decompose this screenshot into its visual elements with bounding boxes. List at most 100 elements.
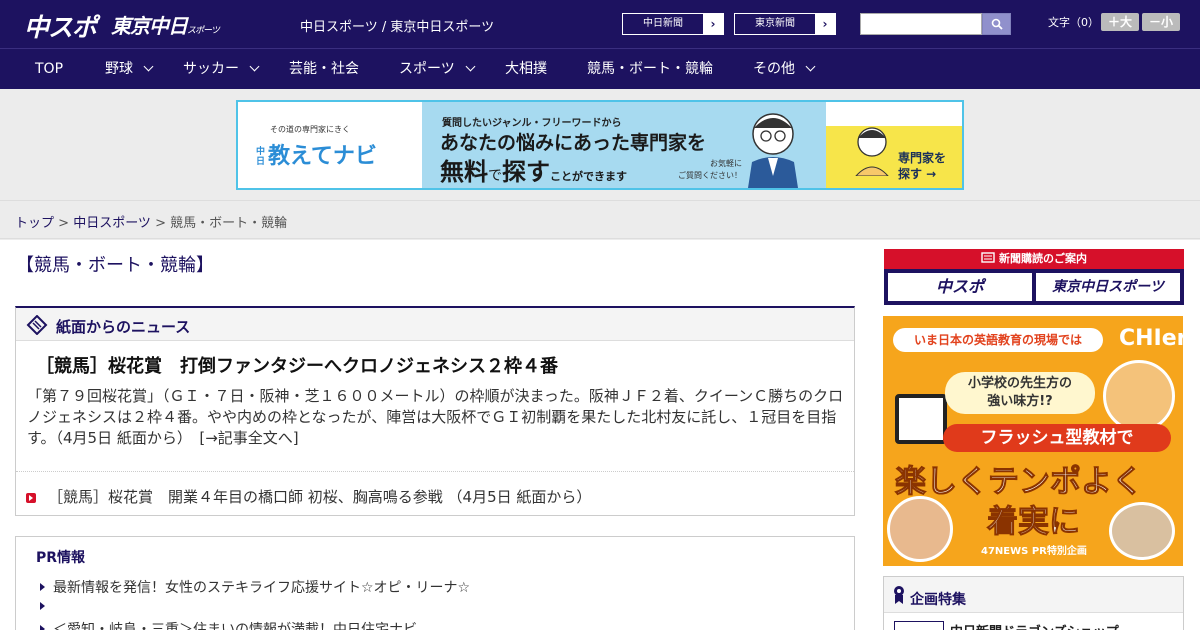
pr-list-item[interactable] xyxy=(40,599,53,615)
banner-can: ことができます xyxy=(550,170,627,183)
chevron-down-icon xyxy=(249,61,260,72)
banner-line-2: あなたの悩みにあった専門家を xyxy=(440,132,707,154)
ad-question: 小学校の先生方の 強い味方!? xyxy=(945,372,1095,414)
subscription-box: 新聞購読のご案内 中スポ 東京中日スポーツ xyxy=(884,249,1184,305)
site-title: 中日スポーツ / 東京中日スポーツ xyxy=(300,20,495,35)
pr-list-item[interactable]: 最新情報を発信！女性のステキライフ応援サイト☆オピ・リーナ☆ xyxy=(40,577,470,597)
feature-title: 企画特集 xyxy=(910,592,966,608)
lead-article-title[interactable]: ［競馬］桜花賞 打倒ファンタジーへクロノジェネシス２枠４番 xyxy=(36,352,558,378)
chusupo-logo[interactable]: 中スポ xyxy=(24,8,97,44)
ad-brand: CHIeru xyxy=(1119,326,1183,351)
lead-article-body[interactable]: 「第７９回桜花賞」（ＧＩ・７日・阪神・芝１６００メートル）の枠順が決まった。阪神… xyxy=(27,386,847,449)
child-photo xyxy=(1103,360,1175,432)
ribbon-award-icon xyxy=(894,586,904,604)
triangle-bullet-icon xyxy=(40,625,45,630)
nav-label: 競馬・ボート・競輪 xyxy=(587,61,713,77)
nav-item-racing[interactable]: 競馬・ボート・競輪 xyxy=(587,49,713,89)
nav-label: サッカー xyxy=(183,61,239,77)
triangle-bullet-icon xyxy=(40,583,45,591)
font-larger-button[interactable]: ＋大 xyxy=(1101,13,1139,31)
chevron-down-icon xyxy=(805,61,816,72)
font-size-label: 文字（0） xyxy=(1048,16,1099,29)
header-bar: 中スポ 東京中日スポーツ 中日スポーツ / 東京中日スポーツ 中日新聞 › 東京… xyxy=(0,0,1200,48)
banner-cta-text[interactable]: 専門家を 探す → xyxy=(898,150,946,182)
banner-logo-area: その道の専門家にきく 中日 教えてナビ xyxy=(238,102,422,188)
chunichi-shimbun-label: 中日新聞 xyxy=(643,18,683,29)
pr-list-item[interactable]: ＜愛知・岐阜・三重＞住まいの情報が満載！中日住宅ナビ xyxy=(40,619,417,630)
newspaper-icon xyxy=(981,252,995,263)
pr-item-text: 最新情報を発信！女性のステキライフ応援サイト☆オピ・リーナ☆ xyxy=(53,580,471,596)
nav-item-top[interactable]: TOP xyxy=(35,49,63,89)
breadcrumb-trail: トップ > 中日スポーツ > 競馬・ボート・競輪 xyxy=(15,212,287,231)
breadcrumb-section-link[interactable]: 中日スポーツ xyxy=(73,216,151,231)
expert-illustration-icon xyxy=(748,113,798,188)
ad-pill: いま日本の英語教育の現場では xyxy=(893,328,1103,352)
banner-note: お気軽に ご質問ください！ xyxy=(678,159,742,180)
feature-box: 企画特集 中日新聞ドラゴンズショップ xyxy=(883,576,1184,630)
tokyo-chunichi-logo[interactable]: 東京中日スポーツ xyxy=(111,10,220,39)
chevron-right-icon: › xyxy=(815,14,835,34)
font-smaller-button[interactable]: －小 xyxy=(1142,13,1180,31)
nav-item-soccer[interactable]: サッカー xyxy=(183,49,260,89)
child-photo xyxy=(887,496,953,562)
nav-item-other[interactable]: その他 xyxy=(753,49,816,89)
pr-title: PR情報 xyxy=(36,550,86,566)
main-nav: TOP 野球 サッカー 芸能・社会 スポーツ 大相撲 競馬・ボート・競輪 その他 xyxy=(0,48,1200,89)
subscription-title: 新聞購読のご案内 xyxy=(999,252,1087,265)
chieru-side-ad[interactable]: いま日本の英語教育の現場では CHIeru 小学校の先生方の 強い味方!? フラ… xyxy=(883,316,1183,566)
nav-label: 大相撲 xyxy=(505,61,547,77)
news-item-text: ［競馬］桜花賞 開業４年目の橋口師 初桜、胸高鳴る参戦 （4月5日 紙面から） xyxy=(48,488,592,506)
banner-line-3: 無料で探すことができます xyxy=(440,152,627,187)
chevron-down-icon xyxy=(465,61,476,72)
news-box-header: 紙面からのニュース xyxy=(16,308,854,341)
chunichi-shimbun-button[interactable]: 中日新聞 › xyxy=(622,13,724,35)
breadcrumb-separator: > xyxy=(54,216,74,231)
subscribe-chusupo-button[interactable]: 中スポ xyxy=(888,273,1032,301)
tokyo-logo-small: スポーツ xyxy=(187,26,220,36)
news-box: 紙面からのニュース ［競馬］桜花賞 打倒ファンタジーへクロノジェネシス２枠４番 … xyxy=(15,306,855,516)
nav-label: スポーツ xyxy=(399,61,455,77)
breadcrumb-separator: > xyxy=(150,216,171,231)
banner-de: で xyxy=(488,168,502,184)
play-bullet-icon xyxy=(26,493,36,503)
nav-item-baseball[interactable]: 野球 xyxy=(105,49,154,89)
banner-search: 探す xyxy=(502,158,550,186)
search-input[interactable] xyxy=(860,13,982,35)
feature-thumbnail[interactable] xyxy=(894,621,944,630)
tokyo-shimbun-label: 東京新聞 xyxy=(755,18,795,29)
nav-label: 芸能・社会 xyxy=(289,61,359,77)
feature-header: 企画特集 xyxy=(884,577,1183,613)
banner-copy-area: 質問したいジャンル・フリーワードから あなたの悩みにあった専門家を 無料で探すこ… xyxy=(422,102,826,188)
banner-subtitle: その道の専門家にきく xyxy=(270,125,350,134)
breadcrumb: トップ > 中日スポーツ > 競馬・ボート・競輪 xyxy=(0,200,1200,239)
ad-headline-2: 着実に xyxy=(987,504,1081,541)
triangle-bullet-icon xyxy=(40,602,45,610)
search-button[interactable] xyxy=(982,13,1011,35)
news-list-item[interactable]: ［競馬］桜花賞 開業４年目の橋口師 初桜、胸高鳴る参戦 （4月5日 紙面から） xyxy=(26,486,591,507)
tokyo-logo-text: 東京中日 xyxy=(111,14,188,38)
chevron-right-icon: › xyxy=(703,14,723,34)
person-thinking-icon xyxy=(855,127,889,176)
child-photo xyxy=(1109,502,1175,560)
page-title: 【競馬・ボート・競輪】 xyxy=(16,255,214,276)
breadcrumb-top-link[interactable]: トップ xyxy=(15,216,54,231)
ad-headline-1: 楽しくテンポよく xyxy=(895,464,1144,501)
banner-brand-text: 教えてナビ xyxy=(268,144,377,169)
breadcrumb-current: 競馬・ボート・競輪 xyxy=(170,216,288,231)
tablet-icon xyxy=(895,394,947,444)
newspaper-icon xyxy=(26,315,48,335)
feature-item-text[interactable]: 中日新聞ドラゴンズショップ xyxy=(950,621,1119,630)
nav-label: 野球 xyxy=(105,61,133,77)
banner-brand-prefix: 中日 xyxy=(256,147,266,167)
subscribe-tokyo-button[interactable]: 東京中日スポーツ xyxy=(1036,273,1180,301)
nav-item-sumo[interactable]: 大相撲 xyxy=(505,49,547,89)
banner-brand: 中日 教えてナビ xyxy=(256,138,377,170)
search-icon xyxy=(991,18,1003,30)
oshiete-navi-banner[interactable]: その道の専門家にきく 中日 教えてナビ 質問したいジャンル・フリーワードから あな… xyxy=(236,100,964,190)
banner-free: 無料 xyxy=(440,158,488,186)
nav-label: TOP xyxy=(35,61,64,77)
nav-item-sports[interactable]: スポーツ xyxy=(399,49,476,89)
ad-footer: 47NEWS PR特別企画 xyxy=(981,546,1087,557)
nav-item-entertainment[interactable]: 芸能・社会 xyxy=(289,49,359,89)
tokyo-shimbun-button[interactable]: 東京新聞 › xyxy=(734,13,836,35)
